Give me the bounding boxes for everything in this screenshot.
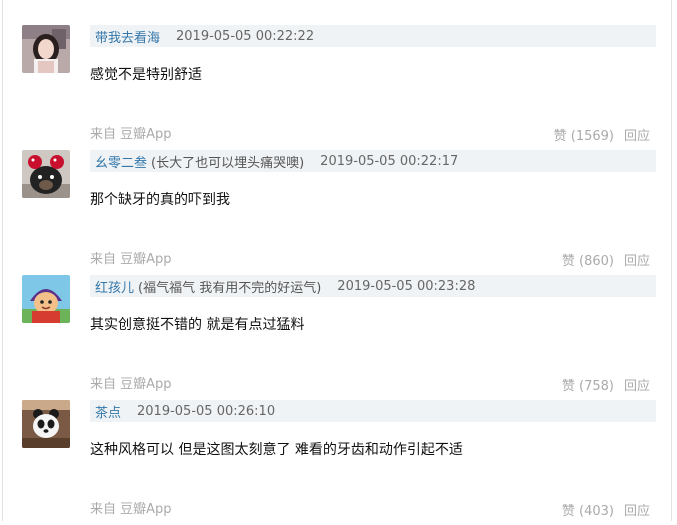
avatar-girl-photo-icon <box>22 25 70 73</box>
comment-time: 2019-05-05 00:26:10 <box>137 403 276 419</box>
author-link[interactable]: 幺零二叁 <box>95 152 147 171</box>
comment-time: 2019-05-05 00:23:28 <box>337 278 476 294</box>
comment-meta-bar: 茶点 2019-05-05 00:26:10 <box>90 400 656 422</box>
comment-text: 那个缺牙的真的吓到我 <box>90 192 230 208</box>
comment-item: 红孩儿 (福气福气 我有用不完的好运气) 2019-05-05 00:23:28… <box>0 275 677 400</box>
comment-text: 感觉不是特别舒适 <box>90 67 202 83</box>
comment-item: 带我去看海 2019-05-05 00:22:22 感觉不是特别舒适 来自 豆瓣… <box>0 25 677 150</box>
avatar-cartoon-character-icon <box>22 275 70 323</box>
comment-text: 其实创意挺不错的 就是有点过猛料 <box>90 317 305 333</box>
author-signature: (福气福气 我有用不完的好运气) <box>138 280 322 296</box>
author-link[interactable]: 带我去看海 <box>95 27 160 46</box>
author-signature: (长大了也可以埋头痛哭噢) <box>151 155 305 171</box>
comment-source: 来自 豆瓣App <box>90 252 172 267</box>
comment-source: 来自 豆瓣App <box>90 377 172 392</box>
reply-button[interactable]: 回应 <box>624 129 650 144</box>
comment-time: 2019-05-05 00:22:22 <box>176 28 315 44</box>
avatar-panda-bear-icon <box>22 400 70 448</box>
like-button[interactable]: 赞 (758) <box>562 379 614 394</box>
user-avatar[interactable] <box>22 400 70 448</box>
comment-actions: 赞 (1569) 回应 <box>554 125 650 144</box>
comment-meta-bar: 红孩儿 (福气福气 我有用不完的好运气) 2019-05-05 00:23:28 <box>90 275 656 297</box>
like-button[interactable]: 赞 (860) <box>562 254 614 269</box>
comment-source: 来自 豆瓣App <box>90 502 172 517</box>
comment-time: 2019-05-05 00:22:17 <box>320 153 459 169</box>
reply-button[interactable]: 回应 <box>624 254 650 269</box>
author-link[interactable]: 红孩儿 <box>95 277 134 296</box>
user-avatar[interactable] <box>22 275 70 323</box>
user-avatar[interactable] <box>22 150 70 198</box>
reply-button[interactable]: 回应 <box>624 379 650 394</box>
comment-text: 这种风格可以 但是这图太刻意了 难看的牙齿和动作引起不适 <box>90 442 463 458</box>
like-button[interactable]: 赞 (1569) <box>554 129 614 144</box>
comment-actions: 赞 (860) 回应 <box>562 250 650 269</box>
author-link[interactable]: 茶点 <box>95 402 121 421</box>
comment-meta-bar: 幺零二叁 (长大了也可以埋头痛哭噢) 2019-05-05 00:22:17 <box>90 150 656 172</box>
comment-meta-bar: 带我去看海 2019-05-05 00:22:22 <box>90 25 656 47</box>
like-button[interactable]: 赞 (403) <box>562 504 614 519</box>
comment-item: 幺零二叁 (长大了也可以埋头痛哭噢) 2019-05-05 00:22:17 那… <box>0 150 677 275</box>
comment-item: 茶点 2019-05-05 00:26:10 这种风格可以 但是这图太刻意了 难… <box>0 400 677 525</box>
comment-source: 来自 豆瓣App <box>90 127 172 142</box>
user-avatar[interactable] <box>22 25 70 73</box>
comment-actions: 赞 (758) 回应 <box>562 375 650 394</box>
comment-actions: 赞 (403) 回应 <box>562 500 650 519</box>
avatar-dog-minnie-ears-icon <box>22 150 70 198</box>
reply-button[interactable]: 回应 <box>624 504 650 519</box>
